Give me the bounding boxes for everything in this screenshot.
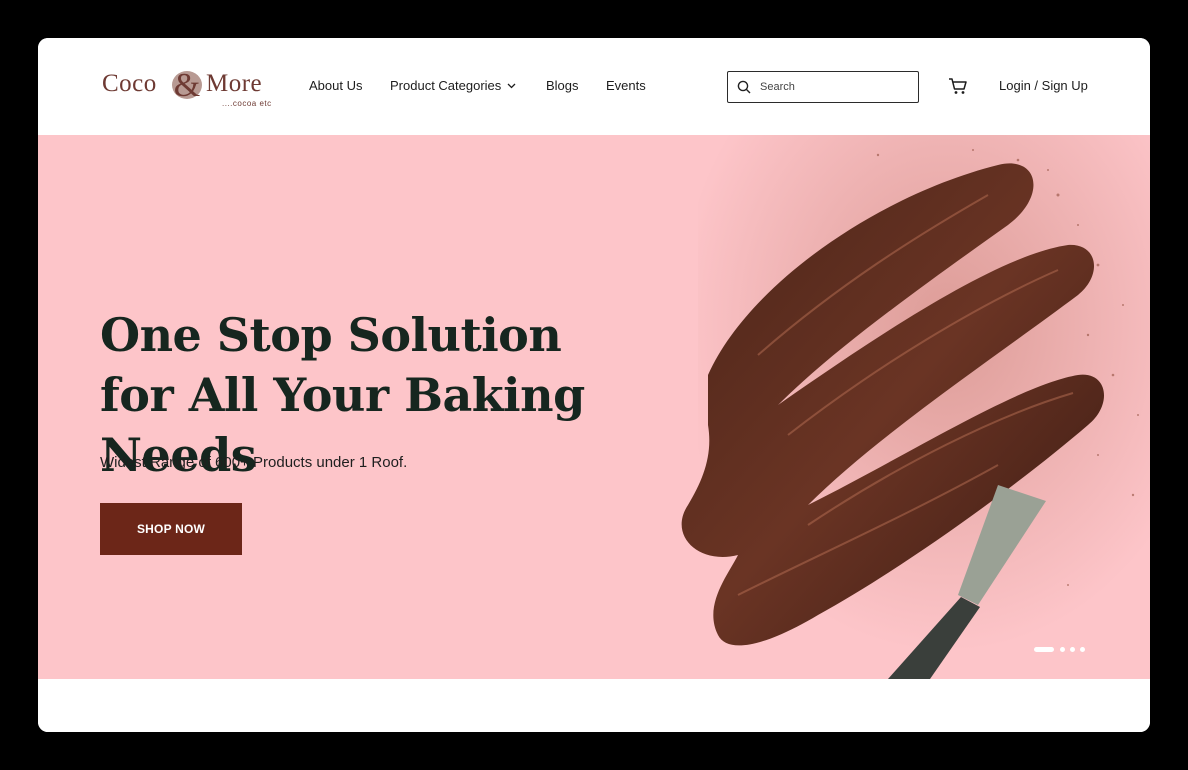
- hero-banner: One Stop Solution for All Your Baking Ne…: [38, 135, 1150, 679]
- logo-word-coco: Coco: [102, 70, 157, 97]
- hero-subtitle: Widest Range of 600+ Products under 1 Ro…: [100, 454, 408, 471]
- carousel-dot[interactable]: [1070, 647, 1075, 652]
- nav-about-us[interactable]: About Us: [309, 78, 362, 93]
- search-box[interactable]: [727, 71, 919, 103]
- search-icon: [737, 80, 751, 94]
- brand-logo[interactable]: Coco & More ....cocoa etc: [102, 67, 282, 110]
- nav-product-categories-label: Product Categories: [390, 78, 502, 93]
- carousel-dot[interactable]: [1060, 647, 1065, 652]
- logo-tagline: ....cocoa etc: [222, 99, 272, 108]
- cart-icon[interactable]: [948, 77, 968, 95]
- page-below-fold: [38, 679, 1150, 732]
- top-navbar: Coco & More ....cocoa etc About Us Produ…: [38, 38, 1150, 135]
- ampersand-emblem-icon: &: [172, 67, 202, 103]
- nav-blogs[interactable]: Blogs: [546, 78, 579, 93]
- nav-product-categories[interactable]: Product Categories: [390, 78, 516, 93]
- logo-word-more: More: [206, 70, 263, 97]
- carousel-dot-active[interactable]: [1034, 647, 1054, 652]
- login-signup-link[interactable]: Login / Sign Up: [999, 78, 1088, 93]
- carousel-dot[interactable]: [1080, 647, 1085, 652]
- shop-now-button[interactable]: SHOP NOW: [100, 503, 242, 555]
- chocolate-spatula-image: [681, 135, 1150, 679]
- search-input[interactable]: [760, 78, 910, 96]
- svg-text:&: &: [174, 67, 200, 103]
- browser-frame: Coco & More ....cocoa etc About Us Produ…: [38, 38, 1150, 732]
- chevron-down-icon: [507, 83, 516, 89]
- nav-events[interactable]: Events: [606, 78, 646, 93]
